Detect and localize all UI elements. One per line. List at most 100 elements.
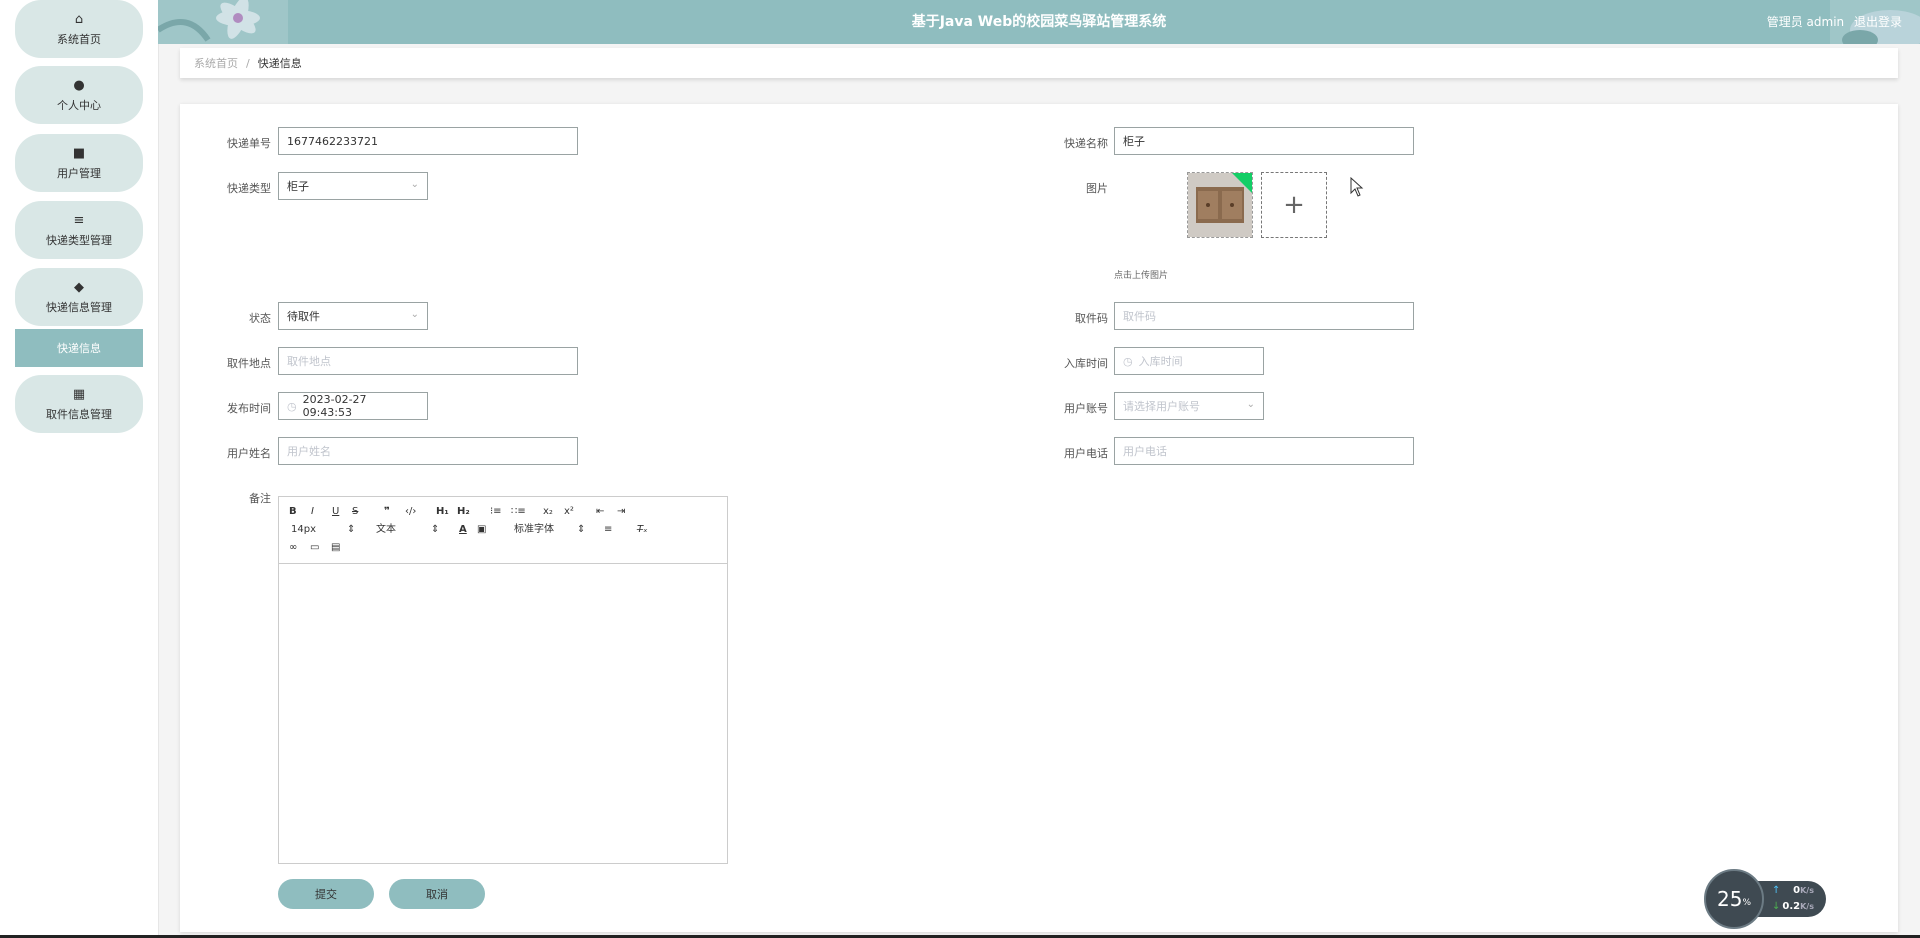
bullet-list-icon[interactable]: ∷≡ [511, 505, 526, 519]
sidebar-item-users[interactable]: ■ 用户管理 [15, 134, 143, 192]
clear-format-icon[interactable]: T̶ₓ [637, 523, 648, 537]
express-name-input[interactable]: 柜子 [1114, 127, 1414, 155]
breadcrumb-home[interactable]: 系统首页 [194, 55, 238, 71]
network-speed-widget: ↑ 0K/s ↓ 0.2K/s 25% [1704, 869, 1826, 931]
subscript-icon[interactable]: x₂ [543, 505, 553, 519]
user-name-input[interactable]: 用户姓名 [278, 437, 578, 465]
user-account-select[interactable]: 请选择用户账号 ⌄ [1114, 392, 1264, 420]
user-account-label: 用户账号 [1064, 402, 1108, 415]
chevron-updown-icon: ⇕ [347, 524, 356, 535]
status-label: 状态 [249, 312, 271, 325]
home-icon: ⌂ [74, 11, 84, 27]
grid-icon: ▦ [72, 386, 86, 402]
download-unit: K/s [1800, 902, 1814, 911]
plus-icon[interactable]: + [1261, 172, 1327, 238]
code-block-icon[interactable]: ‹/› [405, 505, 416, 519]
editor-content[interactable] [279, 564, 727, 863]
pickup-code-input[interactable]: 取件码 [1114, 302, 1414, 330]
strike-icon[interactable]: S [352, 505, 358, 519]
font-size-select[interactable]: 14px [291, 523, 316, 537]
sidebar-item-pickup-info[interactable]: ▦ 取件信息管理 [15, 375, 143, 433]
sidebar-item-profile[interactable]: ● 个人中心 [15, 66, 143, 124]
briefcase-icon: ■ [72, 145, 86, 161]
publish-time-input[interactable]: ◷ 2023-02-27 09:43:53 [278, 392, 428, 420]
indent-icon[interactable]: ⇥ [617, 505, 625, 519]
tracking-no-input[interactable]: 1677462233721 [278, 127, 578, 155]
percent-sign: % [1742, 898, 1751, 908]
user-area: 管理员 admin 退出登录 [1761, 0, 1902, 44]
sidebar-item-label: 快递信息管理 [46, 300, 112, 314]
h1-icon[interactable]: H₁ [436, 505, 449, 519]
storage-time-input[interactable]: ◷ 入库时间 [1114, 347, 1264, 375]
user-icon: ● [73, 77, 85, 93]
user-phone-input[interactable]: 用户电话 [1114, 437, 1414, 465]
upload-speed: ↑ 0K/s [1772, 884, 1822, 898]
blockquote-icon[interactable]: ❞ [384, 505, 390, 519]
background-color-icon[interactable]: ▣ [477, 523, 486, 537]
sidebar-item-label: 用户管理 [57, 166, 101, 180]
speed-bar: ↑ 0K/s ↓ 0.2K/s [1754, 881, 1826, 917]
sidebar-item-label: 取件信息管理 [46, 407, 112, 421]
publish-time-label: 发布时间 [227, 402, 271, 415]
chevron-updown-icon: ⇕ [431, 524, 440, 535]
sidebar: ⌂ 系统首页 ● 个人中心 ■ 用户管理 ≡ 快递类型管理 ◆ 快递信息管理 快… [0, 0, 159, 938]
link-icon[interactable]: ∞ [289, 541, 297, 555]
image-thumbnail[interactable] [1187, 172, 1253, 238]
bold-icon[interactable]: B [289, 505, 297, 519]
sidebar-item-express-info[interactable]: ◆ 快递信息管理 [15, 268, 143, 326]
font-color-icon[interactable]: A [459, 523, 467, 537]
breadcrumb-current: 快递信息 [257, 57, 302, 70]
sidebar-item-label: 系统首页 [57, 32, 101, 46]
express-type-select[interactable]: 柜子 ⌄ [278, 172, 428, 200]
storage-time-label: 入库时间 [1064, 357, 1108, 370]
pickup-code-label: 取件码 [1075, 312, 1108, 325]
cpu-percent-circle[interactable]: 25% [1704, 869, 1764, 929]
font-family-select[interactable]: 标准字体 [514, 523, 554, 537]
cpu-percent-value: 25 [1716, 887, 1743, 911]
download-speed: ↓ 0.2K/s [1772, 900, 1822, 914]
user-phone-label: 用户电话 [1064, 447, 1108, 460]
user-name-label: 用户姓名 [227, 447, 271, 460]
submit-button[interactable]: 提交 [278, 879, 374, 909]
status-value: 待取件 [287, 310, 320, 323]
top-header: 基于Java Web的校园菜鸟驿站管理系统 管理员 admin 退出登录 [158, 0, 1920, 44]
sidebar-item-express-types[interactable]: ≡ 快递类型管理 [15, 201, 143, 259]
clock-icon: ◷ [287, 399, 297, 413]
ordered-list-icon[interactable]: ⁝≡ [490, 505, 502, 519]
align-icon[interactable]: ≡ [604, 523, 612, 537]
sidebar-subitem-express-info[interactable]: 快递信息 [15, 329, 143, 367]
editor-toolbar: B I U S ❞ ‹/› H₁ H₂ ⁝≡ ∷≡ x₂ x² ⇤ ⇥ 14px… [279, 497, 727, 564]
italic-icon[interactable]: I [311, 505, 314, 519]
arrow-up-icon: ↑ [1772, 885, 1781, 896]
underline-icon[interactable]: U [332, 505, 339, 519]
rich-text-editor: B I U S ❞ ‹/› H₁ H₂ ⁝≡ ∷≡ x₂ x² ⇤ ⇥ 14px… [278, 496, 728, 864]
sidebar-item-label: 快递类型管理 [46, 233, 112, 247]
user-account-placeholder: 请选择用户账号 [1123, 400, 1200, 413]
chevron-updown-icon: ⇕ [577, 524, 586, 535]
cancel-button[interactable]: 取消 [389, 879, 485, 909]
pickup-place-label: 取件地点 [227, 357, 271, 370]
video-icon[interactable]: ▤ [331, 541, 340, 555]
remark-label: 备注 [249, 492, 271, 505]
pickup-place-input[interactable]: 取件地点 [278, 347, 578, 375]
sidebar-item-home[interactable]: ⌂ 系统首页 [15, 0, 143, 58]
tracking-no-label: 快递单号 [227, 137, 271, 150]
breadcrumb: 系统首页 / 快递信息 [180, 48, 1898, 78]
sliders-icon: ≡ [73, 212, 85, 228]
header-select[interactable]: 文本 [376, 523, 396, 537]
image-icon[interactable]: ▭ [310, 541, 319, 555]
express-type-value: 柜子 [287, 180, 309, 193]
logout-link[interactable]: 退出登录 [1854, 15, 1902, 29]
breadcrumb-separator: / [246, 56, 250, 70]
status-select[interactable]: 待取件 ⌄ [278, 302, 428, 330]
chevron-down-icon: ⌄ [1246, 399, 1255, 410]
superscript-icon[interactable]: x² [564, 505, 574, 519]
outdent-icon[interactable]: ⇤ [596, 505, 604, 519]
pin-icon: ◆ [74, 279, 84, 295]
chevron-down-icon: ⌄ [410, 179, 419, 190]
admin-label: 管理员 admin [1766, 15, 1845, 29]
h2-icon[interactable]: H₂ [457, 505, 470, 519]
mouse-cursor-icon [1350, 176, 1364, 200]
download-value: 0.2 [1782, 901, 1801, 912]
clock-icon: ◷ [1123, 354, 1133, 368]
